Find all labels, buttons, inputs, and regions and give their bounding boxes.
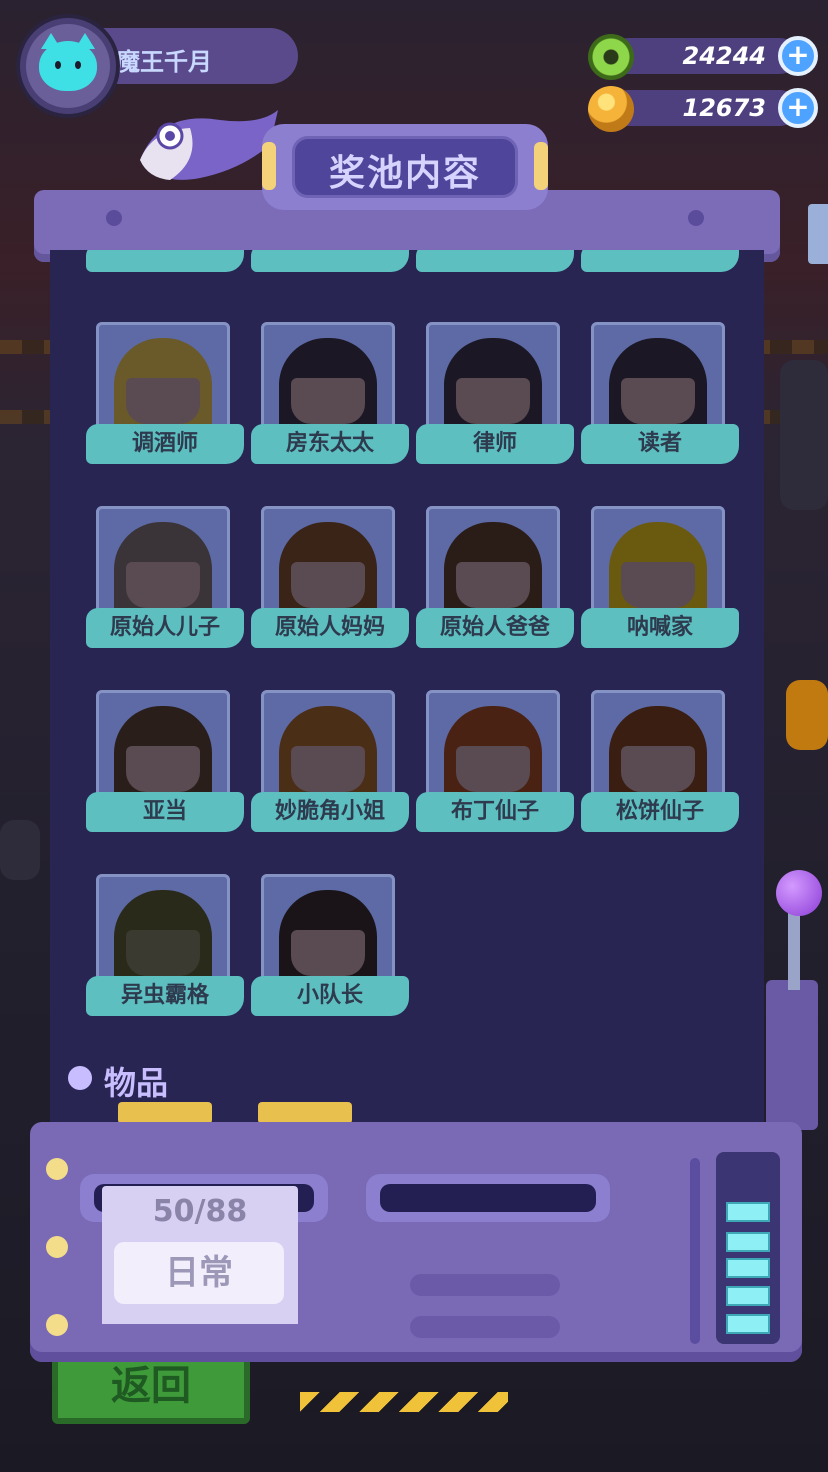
side-tab[interactable] [808,204,828,264]
lever-base [766,980,818,1130]
fish-mascot-icon [140,110,278,180]
item-tab [118,1102,212,1124]
character-name: 原始人爸爸 [416,608,574,648]
background-prop [786,680,828,750]
rivet [46,1236,68,1258]
character-card[interactable]: 异虫霸格 [86,874,244,1020]
machine-rail [690,1158,700,1344]
cat-avatar-icon [39,33,97,91]
currency-planet: 12673 + [588,86,818,132]
add-currency-button[interactable]: + [778,88,818,128]
character-name: 布丁仙子 [416,792,574,832]
background-prop [780,360,828,510]
character-card[interactable] [251,250,409,278]
character-name: 原始人妈妈 [251,608,409,648]
character-name: 呐喊家 [581,608,739,648]
character-card[interactable]: 亚当 [86,690,244,836]
character-name: 异虫霸格 [86,976,244,1016]
currency-donut: 24244 + [588,34,818,80]
planet-icon [588,86,634,132]
character-name: 妙脆角小姐 [251,792,409,832]
mode-daily-button[interactable]: 日常 [114,1242,284,1304]
currency-value: 12673 [682,94,767,122]
pool-note-card: 50/88 日常 [102,1186,298,1324]
character-card[interactable]: 原始人儿子 [86,506,244,652]
character-card[interactable] [86,250,244,278]
character-name: 小队长 [251,976,409,1016]
character-card[interactable]: 小队长 [251,874,409,1020]
hazard-stripe [300,1392,508,1412]
character-card[interactable]: 房东太太 [251,322,409,468]
panel-title: 奖池内容 [328,153,481,194]
character-card[interactable]: 调酒师 [86,322,244,468]
character-card[interactable]: 妙脆角小姐 [251,690,409,836]
character-name: 原始人儿子 [86,608,244,648]
background-prop [0,820,40,880]
character-name: 松饼仙子 [581,792,739,832]
rivet [46,1158,68,1180]
lever-handle[interactable] [776,870,822,916]
character-name: 调酒师 [86,424,244,464]
character-name: 亚当 [86,792,244,832]
items-section-title: 物品 [104,1064,169,1102]
item-tab [258,1102,352,1124]
panel-title-plate: 奖池内容 [262,124,548,210]
currency-value: 24244 [682,42,767,70]
player-badge[interactable]: 魔王千月 [12,16,298,114]
rivet [46,1314,68,1336]
character-card[interactable]: 读者 [581,322,739,468]
character-card[interactable]: 原始人妈妈 [251,506,409,652]
add-currency-button[interactable]: + [778,36,818,76]
player-name: 魔王千月 [116,48,212,76]
character-card[interactable] [416,250,574,278]
player-avatar[interactable] [20,18,116,114]
character-card[interactable]: 律师 [416,322,574,468]
pool-progress: 50/88 [152,1194,248,1229]
character-card[interactable]: 呐喊家 [581,506,739,652]
character-name: 读者 [581,424,739,464]
character-name: 律师 [416,424,574,464]
character-name: 房东太太 [251,424,409,464]
energy-gauge [716,1152,780,1344]
machine-slot [366,1174,610,1222]
prize-pool-list[interactable]: 调酒师 房东太太 律师 读者 原始人儿子 原始人妈妈 原始人爸爸 呐喊家 亚当 … [50,250,764,1130]
character-card[interactable]: 松饼仙子 [581,690,739,836]
character-card[interactable] [581,250,739,278]
character-card[interactable]: 原始人爸爸 [416,506,574,652]
character-card[interactable]: 布丁仙子 [416,690,574,836]
donut-icon [588,34,634,80]
